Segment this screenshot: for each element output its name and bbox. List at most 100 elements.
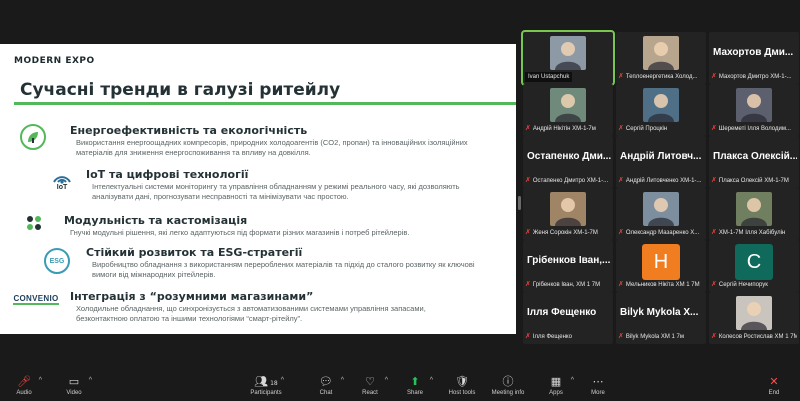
participant-tile[interactable]: ✗ Андрій Нікітін ХМ-1-7м [523,84,613,136]
chat-button[interactable]: 💬︎ Chat ^ [302,375,350,398]
participant-name-label: ✗ Сергій Нечипорук [711,280,797,290]
bullet-heading: Інтеграція з “розумними магазинами” [70,290,314,303]
audio-button[interactable]: 🎤︎ Audio ^ [0,375,48,398]
info-icon: ⓘ [502,375,514,388]
participant-name-label: ✗ ХМ-1-7М Ілля Хабібулін [711,228,797,238]
meeting-info-button[interactable]: ⓘ Meeting info [484,375,532,398]
chevron-up-icon[interactable]: ^ [341,377,344,384]
bullet-heading: IoT та цифрові технології [86,168,249,181]
convenio-logo: CONVENIO [13,293,59,305]
participant-caption: Андрій Литовченко ХМ-1-... [625,178,702,184]
chevron-up-icon[interactable]: ^ [430,377,433,384]
chevron-up-icon[interactable]: ^ [89,377,92,384]
participant-tile[interactable]: Ivan Ustapchuk [521,30,615,86]
participant-name-label: ✗ Махортов Дмитро ХМ-1-... [711,72,797,82]
modern-expo-logo: MODERN EXPO [14,56,95,66]
slide-title: Сучасні тренди в галузі ритейлу [20,80,341,100]
participant-display-name: Плакса Олексій... [713,151,797,162]
mic-muted-icon: ✗ [711,333,717,340]
mic-muted-icon: ✗ [618,177,624,184]
bullet-heading: Стійкий розвиток та ESG-стратегії [86,246,303,259]
toolbar-label: Audio [16,390,32,396]
chevron-up-icon[interactable]: ^ [385,377,388,384]
share-button[interactable]: ⬆ Share ^ [391,375,439,398]
participant-caption: Олександр Мазаренко Х... [625,230,700,236]
modules-icon [24,212,44,234]
participant-tile[interactable]: Махортов Дми... ✗ Махортов Дмитро ХМ-1-... [709,32,799,84]
participant-video [736,88,772,122]
participant-tile[interactable]: ✗ Сергій Процкін [616,84,706,136]
host-tools-button[interactable]: 🛡︎ Host tools [438,375,486,398]
participant-caption: Андрій Нікітін ХМ-1-7м [532,126,596,132]
toolbar-label: Chat [319,390,333,396]
toolbar-label: Meeting info [491,390,525,396]
participant-tile[interactable]: С ✗ Сергій Нечипорук [709,240,799,292]
mic-muted-icon: ✗ [525,281,531,288]
bullet-body: Використання енергоощадних компресорів, … [76,138,468,157]
participant-tile[interactable]: Н ✗ Мельников Нікіта ХМ 1 7М [616,240,706,292]
mic-muted-icon: ✗ [618,281,624,288]
bullet-energy: Енергоефективність та екологічність Вико… [0,120,516,164]
bullet-smart-stores: CONVENIO Інтеграція з “розумними магазин… [0,288,516,334]
mic-muted-icon: ✗ [711,177,717,184]
chevron-up-icon[interactable]: ^ [39,377,42,384]
participant-display-name: Ілля Фещенко [527,307,597,318]
bullet-esg: ESG Стійкий розвиток та ESG-стратегії Ви… [0,244,516,284]
participant-display-name: Остапенко Дми... [527,151,611,162]
participant-caption: Женя Сорокін ХМ-1-7М [532,230,598,236]
mic-muted-icon: ✗ [525,229,531,236]
participant-name-label: ✗ Женя Сорокін ХМ-1-7М [525,228,611,238]
participant-name-label: ✗ Колесов Ростислав ХМ 1 7М [711,332,797,342]
participant-name-label: ✗ Ілля Фещенко [525,332,611,342]
participant-name-label: ✗ Грібенков Іван, ХМ 1 7М [525,280,611,290]
video-button[interactable]: ▭ Video ^ [50,375,98,398]
bullet-heading: Модульність та кастомізація [64,214,248,227]
participant-video [550,192,586,226]
participant-tile[interactable]: Грібенков Іван,... ✗ Грібенков Іван, ХМ 1 … [523,240,613,292]
bullet-body: Холодильне обладнання, що синхронізуєтьс… [76,304,426,323]
participant-tile[interactable]: Плакса Олексій... ✗ Плакса Олексій ХМ-1-7М [709,136,799,188]
shared-presentation-slide: MODERN EXPO Сучасні тренди в галузі рите… [0,44,516,334]
participant-tile[interactable]: ✗ Теплоенергетика Холод... [616,32,706,84]
participant-tile[interactable]: ✗ Олександр Мазаренко Х... [616,188,706,240]
participant-tile[interactable]: Ілля Фещенко ✗ Ілля Фещенко [523,292,613,344]
react-button[interactable]: ♡ React ^ [346,375,394,398]
bullet-iot: IoT IoT та цифрові технології Інтелектуа… [0,166,516,210]
participant-caption: Bilyk Mykola ХМ 1 7м [625,334,685,340]
more-button[interactable]: ⋯ More [574,375,622,398]
participant-tile[interactable]: Остапенко Дми... ✗ Остапенко Дмитро ХМ-1-.… [523,136,613,188]
chevron-up-icon[interactable]: ^ [281,377,284,384]
participants-button[interactable]: 👥︎ 18 Participants ^ [242,375,290,398]
bullet-body: Виробництво обладнання з використанням п… [92,260,475,279]
participant-video [736,296,772,330]
toolbar-label: Video [66,390,82,396]
participant-tile[interactable]: Bilyk Mykola X... ✗ Bilyk Mykola ХМ 1 7м [616,292,706,344]
participant-name-label: ✗ Плакса Олексій ХМ-1-7М [711,176,797,186]
toolbar-label: Share [406,390,423,396]
toolbar-label: Apps [549,390,563,396]
participant-caption: ХМ-1-7М Ілля Хабібулін [718,230,786,236]
participant-tile[interactable]: ✗ Шереметі Ілля Володим... [709,84,799,136]
participant-name-label: ✗ Bilyk Mykola ХМ 1 7м [618,332,704,342]
participant-display-name: Андрій Литовч... [620,151,702,162]
participant-tile[interactable]: ✗ Женя Сорокін ХМ-1-7М [523,188,613,240]
participant-name-label: ✗ Мельников Нікіта ХМ 1 7М [618,280,704,290]
participant-caption: Ілля Фещенко [532,334,572,340]
end-button[interactable]: ✕ End [750,375,798,398]
participant-tile[interactable]: ✗ Колесов Ростислав ХМ 1 7М [709,292,799,344]
esg-icon: ESG [44,248,70,274]
participant-name-label: Ivan Ustapchuk [525,72,573,82]
bullet-body: Інтелектуальні системи моніторингу та уп… [92,182,460,201]
mic-muted-icon: ✗ [711,281,717,288]
bullet-body: Гнучкі модульні рішення, які легко адапт… [70,228,410,237]
participant-video [550,36,586,70]
avatar: С [735,244,773,280]
panel-resize-handle[interactable] [518,196,521,210]
mic-muted-icon: ✗ [618,333,624,340]
participant-caption: Теплоенергетика Холод... [625,74,698,80]
participant-tile[interactable]: Андрій Литовч... ✗ Андрій Литовченко ХМ-1-… [616,136,706,188]
participant-caption: Ivan Ustapchuk [528,74,570,80]
participant-tile[interactable]: ✗ ХМ-1-7М Ілля Хабібулін [709,188,799,240]
more-icon: ⋯ [592,375,604,388]
apps-button[interactable]: ▦ Apps ^ [532,375,580,398]
